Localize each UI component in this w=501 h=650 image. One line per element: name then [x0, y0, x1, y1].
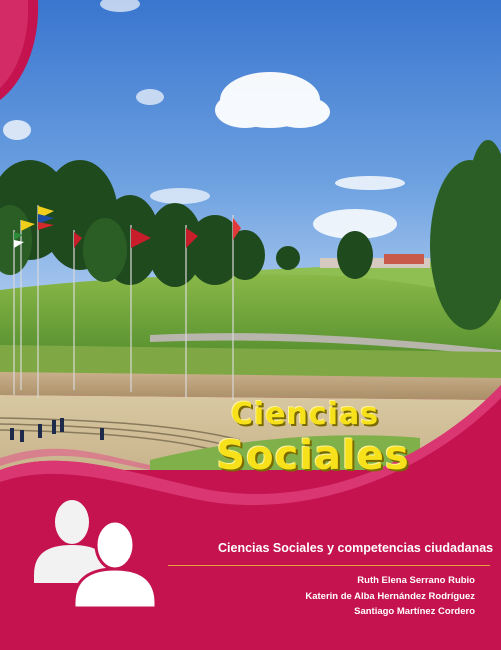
title-line-2: Sociales [216, 433, 410, 479]
book-cover: Ciencias Sociales Ciencias Sociales y co… [0, 0, 501, 650]
cover-title: Ciencias Sociales [200, 400, 420, 479]
people-icon [34, 500, 158, 610]
author-name: Ruth Elena Serrano Rubio [357, 575, 475, 586]
subtitle: Ciencias Sociales y competencias ciudada… [218, 541, 494, 555]
author-name: Katerin de Alba Hernández Rodríguez [305, 590, 475, 602]
author-list: Ruth Elena Serrano Rubio Katerin de Alba… [305, 573, 475, 620]
author-name: Santiago Martínez Cordero [354, 606, 475, 617]
title-line-1: Ciencias [230, 397, 380, 432]
divider [168, 565, 490, 566]
